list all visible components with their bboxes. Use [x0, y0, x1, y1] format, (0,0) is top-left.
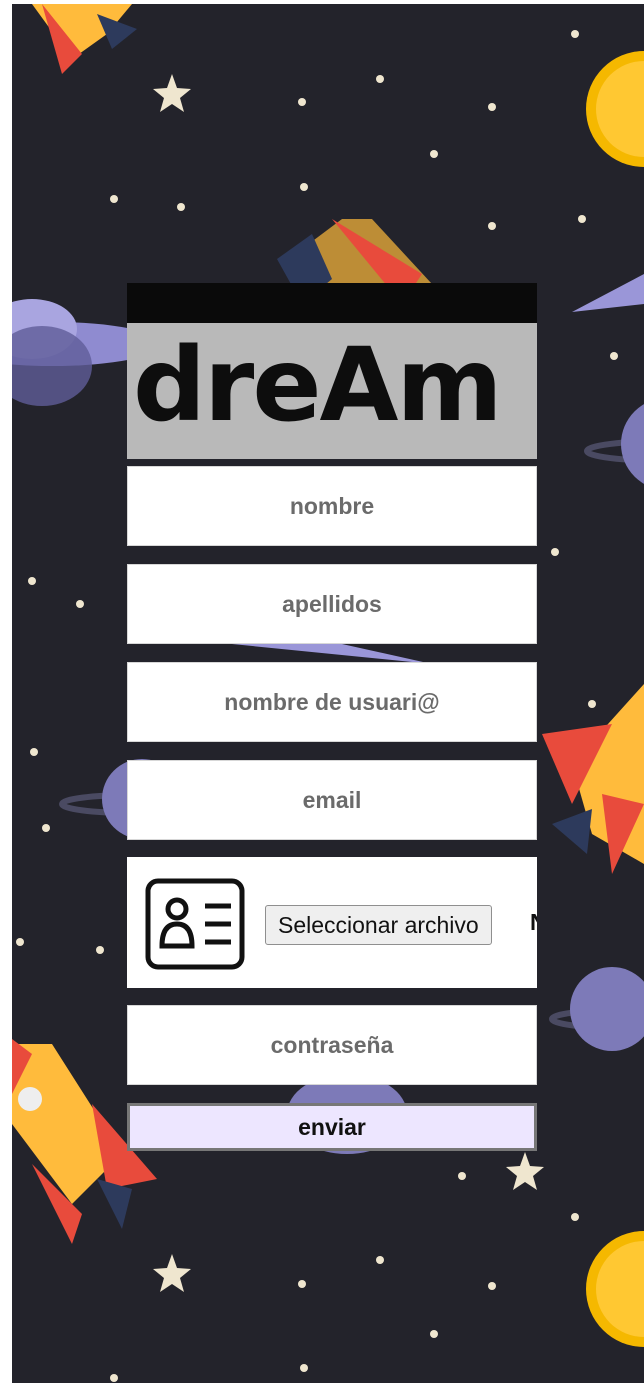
apellidos-input[interactable]: [127, 564, 537, 644]
avatar-upload-row: Seleccionar archivo N: [127, 857, 537, 988]
planet-right-top: [584, 404, 644, 484]
logo-top-bar: [127, 283, 537, 323]
username-input[interactable]: [127, 662, 537, 742]
signup-form: dreAm Seleccionar archivo N enviar: [127, 283, 537, 1151]
id-card-icon: [145, 878, 245, 970]
plane-right: [572, 274, 644, 312]
submit-button[interactable]: enviar: [127, 1103, 537, 1151]
password-input[interactable]: [127, 1005, 537, 1085]
file-status-text: N: [530, 909, 537, 936]
rocket-top-left: [32, 4, 137, 74]
page-background: dreAm Seleccionar archivo N enviar: [12, 4, 644, 1383]
logo-text: dreAm: [133, 326, 503, 445]
select-file-button[interactable]: Seleccionar archivo: [265, 905, 492, 945]
planet-right-low: [549, 967, 644, 1051]
rocket-right: [542, 684, 644, 874]
sun-top-right: [586, 51, 644, 167]
nombre-input[interactable]: [127, 466, 537, 546]
logo: dreAm: [127, 283, 537, 459]
email-input[interactable]: [127, 760, 537, 840]
sun-bottom-right: [586, 1231, 644, 1347]
